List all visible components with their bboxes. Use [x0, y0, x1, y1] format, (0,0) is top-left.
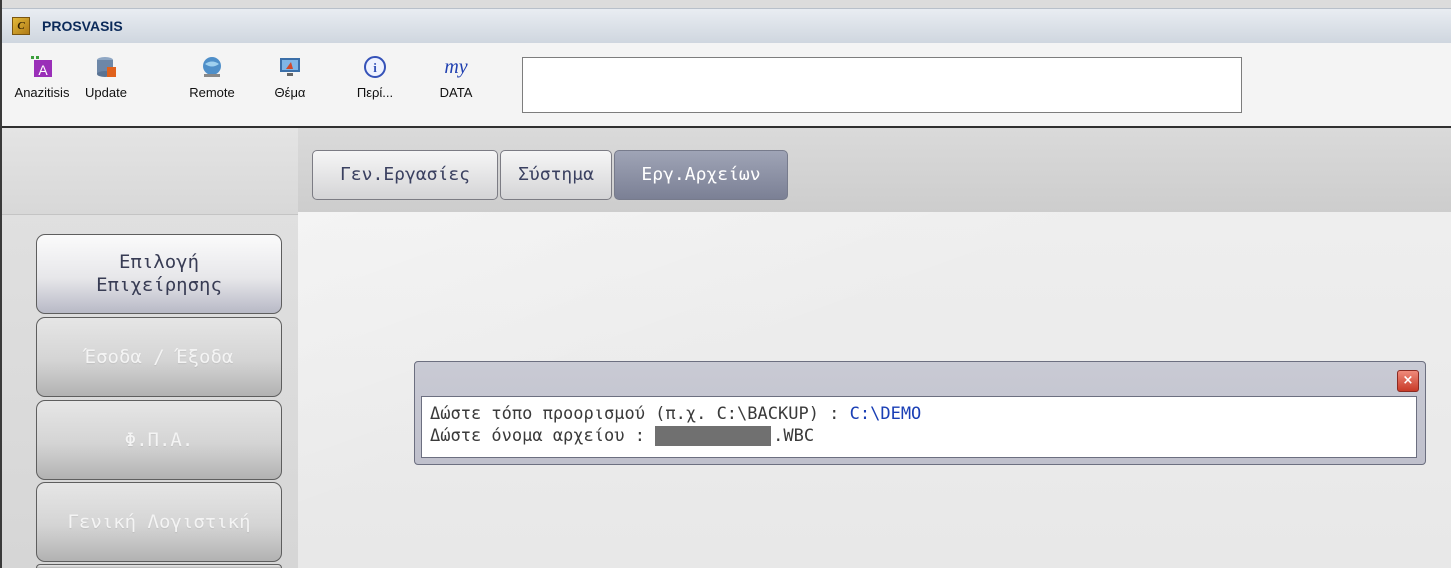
my-data-icon: my — [444, 55, 468, 79]
toolbar: A Anazitisis Update Remote Θέμα i Περί..… — [2, 43, 1451, 128]
anazitisis-label: Anazitisis — [14, 85, 70, 100]
window-title: PROSVASIS — [42, 18, 123, 34]
destination-value[interactable]: C:\DEMO — [850, 404, 922, 424]
filename-input[interactable] — [655, 426, 772, 446]
data-button[interactable]: my DATA — [434, 51, 478, 119]
remote-label: Remote — [189, 85, 235, 100]
destination-line: Δώστε τόπο προορισμού (π.χ. C:\BACKUP) :… — [430, 403, 1416, 425]
tab-system[interactable]: Σύστημα — [500, 150, 612, 200]
app-window: C PROSVASIS A Anazitisis Update Remote Θ… — [0, 0, 1451, 568]
remote-globe-icon — [200, 55, 224, 79]
theme-button[interactable]: Θέμα — [272, 51, 308, 119]
tab-strip: Γεν.Εργασίες Σύστημα Εργ.Αρχείων — [298, 128, 1451, 213]
left-panel-header — [2, 128, 298, 215]
database-update-icon — [94, 55, 118, 79]
svg-text:i: i — [373, 60, 377, 75]
svg-text:A: A — [38, 62, 48, 78]
sidebar-item-general-ledger[interactable]: Γενική Λογιστική — [36, 482, 282, 562]
filename-extension: .WBC — [773, 426, 815, 446]
theme-label: Θέμα — [274, 85, 306, 100]
dialog-content: Δώστε τόπο προορισμού (π.χ. C:\BACKUP) :… — [421, 396, 1417, 458]
toolbar-input[interactable] — [522, 57, 1242, 113]
sidebar-item-vat[interactable]: Φ.Π.Α. — [36, 400, 282, 480]
about-button[interactable]: i Περί... — [352, 51, 398, 119]
data-label: DATA — [439, 85, 473, 100]
info-icon: i — [363, 55, 387, 79]
sidebar-item-income-expenses[interactable]: Έσοδα / Έξοδα — [36, 317, 282, 397]
title-bar: C PROSVASIS — [2, 8, 1451, 44]
app-logo-icon: C — [12, 17, 30, 35]
backup-dialog: × Δώστε τόπο προορισμού (π.χ. C:\BACKUP)… — [414, 361, 1426, 465]
anazitisis-button[interactable]: A Anazitisis — [6, 51, 78, 119]
update-button[interactable]: Update — [78, 51, 134, 119]
search-a-icon: A — [30, 55, 54, 79]
about-label: Περί... — [356, 85, 394, 100]
sidebar-item-select-business[interactable]: Επιλογή Επιχείρησης — [36, 234, 282, 314]
tab-file-operations[interactable]: Εργ.Αρχείων — [614, 150, 788, 200]
tab-general-tasks[interactable]: Γεν.Εργασίες — [312, 150, 498, 200]
theme-monitor-icon — [278, 55, 302, 79]
close-icon[interactable]: × — [1397, 370, 1419, 392]
my-data-icon-text: my — [444, 55, 468, 78]
destination-prompt: Δώστε τόπο προορισμού (π.χ. C:\BACKUP) : — [430, 404, 850, 424]
update-label: Update — [85, 85, 127, 100]
filename-prompt: Δώστε όνομα αρχείου : — [430, 426, 656, 446]
remote-button[interactable]: Remote — [184, 51, 240, 119]
sidebar-item-partial — [36, 564, 282, 568]
filename-line: Δώστε όνομα αρχείου : .WBC — [430, 425, 1416, 447]
